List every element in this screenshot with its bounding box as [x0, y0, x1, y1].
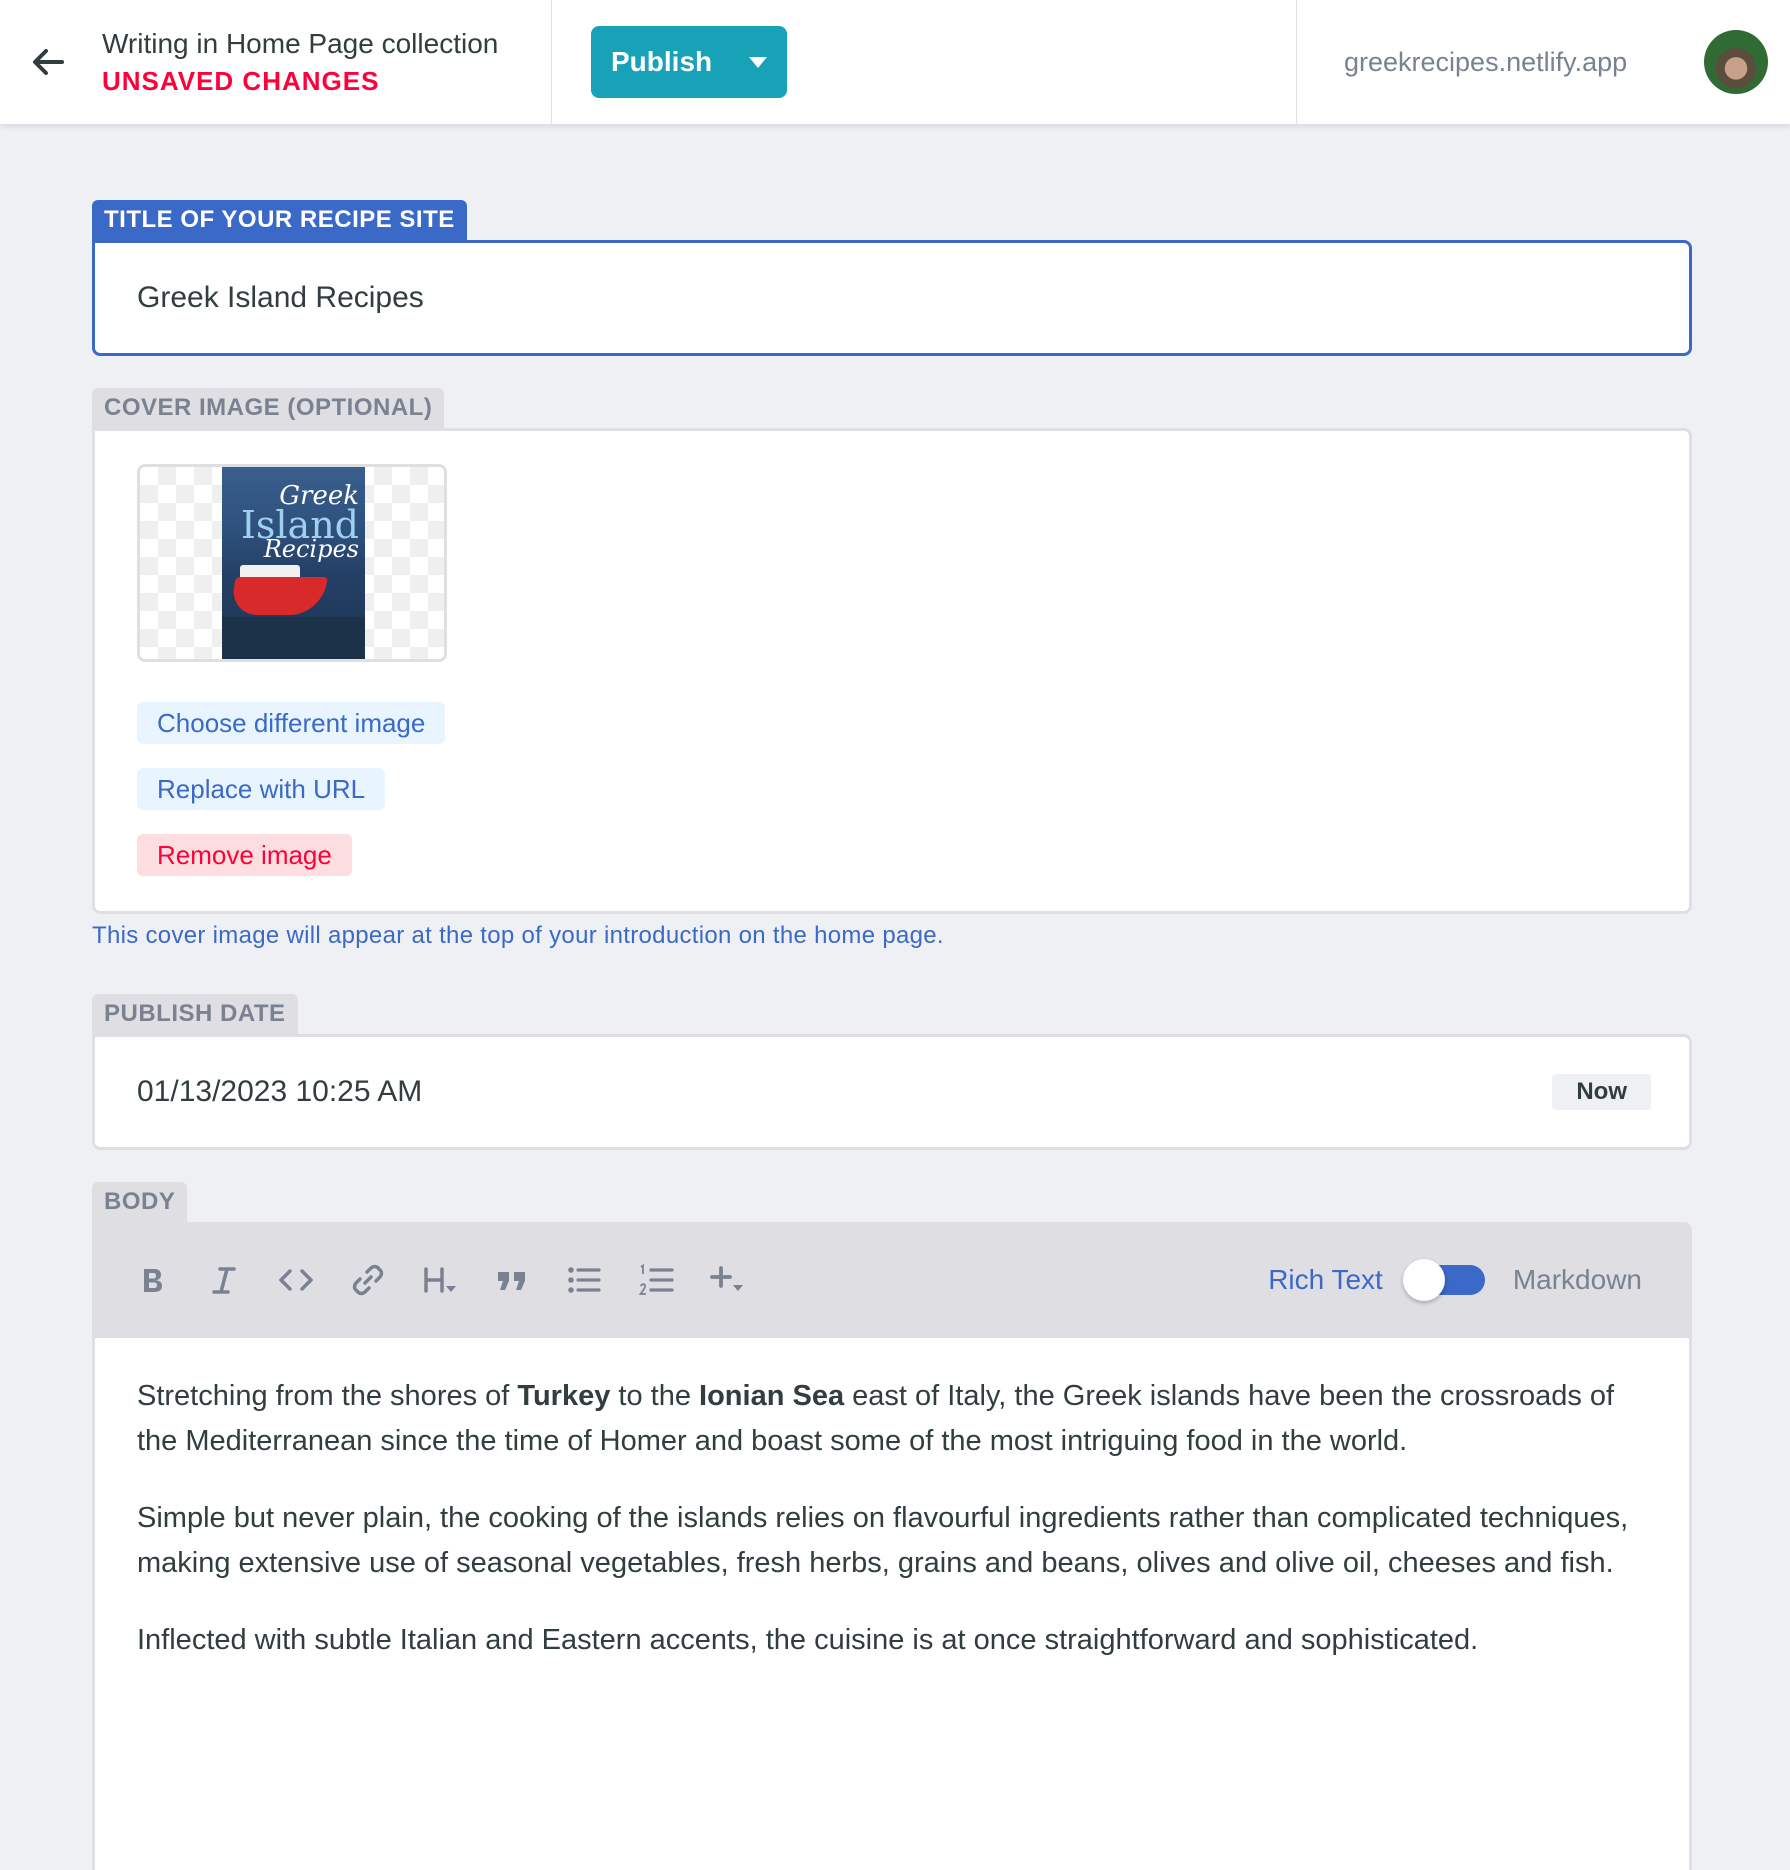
cover-image-field: COVER IMAGE (OPTIONAL) Greek Island Reci…: [92, 388, 1692, 914]
publish-date-value: 01/13/2023 10:25 AM: [137, 1075, 423, 1108]
numbered-list-icon[interactable]: [636, 1260, 676, 1300]
back-arrow-icon[interactable]: [28, 42, 68, 82]
rich-text-label[interactable]: Rich Text: [1268, 1264, 1383, 1296]
editor-mode-toggle: Rich Text Markdown: [1268, 1222, 1642, 1338]
markdown-label[interactable]: Markdown: [1513, 1264, 1642, 1296]
body-editor[interactable]: Stretching from the shores of Turkey to …: [92, 1338, 1692, 1870]
bold-icon[interactable]: [132, 1260, 172, 1300]
code-icon[interactable]: [276, 1260, 316, 1300]
body-field: BODY Rich Text Markdown Stretching from …: [92, 1182, 1692, 1870]
cover-image-label: COVER IMAGE (OPTIONAL): [92, 388, 445, 428]
back-text: Writing in Home Page collection UNSAVED …: [102, 25, 498, 99]
avatar[interactable]: [1704, 30, 1768, 94]
title-field: TITLE OF YOUR RECIPE SITE Greek Island R…: [92, 200, 1692, 356]
title-label: TITLE OF YOUR RECIPE SITE: [92, 200, 467, 240]
site-url-link[interactable]: greekrecipes.netlify.app: [1344, 47, 1627, 78]
quote-icon[interactable]: [492, 1260, 532, 1300]
publish-section: Publish: [552, 0, 1297, 124]
publish-date-field: PUBLISH DATE 01/13/2023 10:25 AM Now: [92, 994, 1692, 1150]
remove-image-button[interactable]: Remove image: [137, 834, 352, 876]
body-paragraph-1: Stretching from the shores of Turkey to …: [137, 1380, 1615, 1457]
site-section: greekrecipes.netlify.app: [1297, 0, 1790, 124]
unsaved-status: UNSAVED CHANGES: [102, 66, 380, 96]
publish-button[interactable]: Publish: [591, 26, 787, 98]
bold-text: Ionian Sea: [699, 1380, 845, 1412]
link-icon[interactable]: [348, 1260, 388, 1300]
cover-image: Greek Island Recipes: [222, 467, 365, 659]
bulleted-list-icon[interactable]: [564, 1260, 604, 1300]
publish-date-input[interactable]: 01/13/2023 10:25 AM Now: [92, 1034, 1692, 1150]
heading-icon[interactable]: [420, 1260, 460, 1300]
body-paragraph-2: Simple but never plain, the cooking of t…: [137, 1502, 1629, 1579]
italic-icon[interactable]: [204, 1260, 244, 1300]
image-actions: Choose different image Replace with URL …: [137, 702, 1689, 876]
cover-image-box: Greek Island Recipes Choose different im…: [92, 428, 1692, 914]
bold-text: Turkey: [517, 1380, 611, 1412]
back-section: Writing in Home Page collection UNSAVED …: [0, 0, 552, 124]
publish-date-label: PUBLISH DATE: [92, 994, 298, 1034]
body-paragraph-3: Inflected with subtle Italian and Easter…: [137, 1624, 1479, 1656]
now-button[interactable]: Now: [1552, 1074, 1651, 1110]
title-input[interactable]: Greek Island Recipes: [92, 240, 1692, 356]
publish-label: Publish: [611, 46, 713, 77]
editor-toolbar: Rich Text Markdown: [92, 1222, 1692, 1338]
cover-image-hint: This cover image will appear at the top …: [92, 922, 944, 949]
mode-switch[interactable]: [1402, 1259, 1485, 1301]
add-block-icon[interactable]: [708, 1260, 748, 1300]
top-bar: Writing in Home Page collection UNSAVED …: [0, 0, 1790, 124]
cover-image-thumbnail: Greek Island Recipes: [137, 464, 447, 662]
replace-url-button[interactable]: Replace with URL: [137, 768, 386, 810]
body-label: BODY: [92, 1182, 188, 1222]
cover-title-line-3: Recipes: [263, 535, 359, 563]
switch-knob: [1402, 1259, 1445, 1301]
choose-image-button[interactable]: Choose different image: [137, 702, 446, 744]
chevron-down-icon: [749, 56, 767, 68]
collection-label[interactable]: Writing in Home Page collection: [102, 25, 498, 63]
